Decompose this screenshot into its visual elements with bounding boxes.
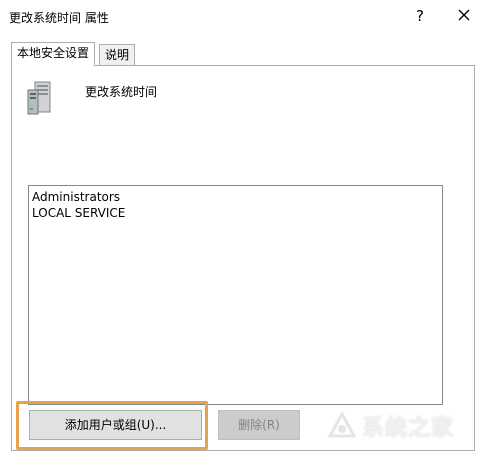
watermark-text: 系统之家 — [362, 416, 455, 441]
properties-dialog: 更改系统时间 属性 ? 本地安全设置 说明 更改系统时间 Administrat… — [0, 0, 489, 457]
server-icon — [27, 81, 51, 115]
policy-name: 更改系统时间 — [85, 85, 158, 99]
watermark: 系统之家 — [322, 402, 487, 452]
close-icon — [458, 9, 470, 21]
accounts-listbox[interactable]: Administrators LOCAL SERVICE — [28, 185, 443, 405]
add-user-or-group-button[interactable]: 添加用户或组(U)... — [29, 410, 202, 440]
list-item[interactable]: Administrators — [32, 189, 439, 205]
list-item[interactable]: LOCAL SERVICE — [32, 205, 439, 221]
remove-button[interactable]: 删除(R) — [218, 410, 300, 440]
tab-local-security-setting[interactable]: 本地安全设置 — [11, 42, 96, 66]
title-bar: 更改系统时间 属性 ? — [0, 0, 489, 32]
watermark-logo-icon — [327, 410, 357, 438]
help-button[interactable]: ? — [408, 5, 432, 27]
window-title: 更改系统时间 属性 — [9, 11, 109, 25]
tab-explain[interactable]: 说明 — [99, 44, 136, 66]
close-button[interactable] — [452, 4, 476, 26]
